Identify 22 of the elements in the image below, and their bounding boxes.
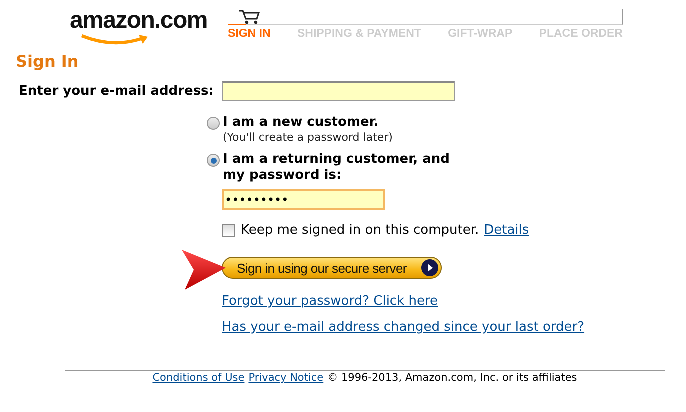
option-note: (You'll create a password later) (223, 131, 393, 144)
details-link[interactable]: Details (484, 223, 530, 238)
copyright-text: © 1996-2013, Amazon.com, Inc. or its affiliates (328, 372, 578, 384)
email-label: Enter your e-mail address: (18, 84, 214, 98)
option-label: I am a new customer. (223, 115, 380, 131)
play-circle-icon (420, 259, 439, 277)
logo-text: amazon.com (70, 9, 208, 33)
checkout-step: SIGN IN (228, 28, 271, 40)
radio-button[interactable] (207, 117, 220, 130)
help-link[interactable]: Forgot your password? Click here (222, 294, 686, 309)
footer-link[interactable]: Conditions of Use (152, 372, 245, 384)
keep-signed-in-checkbox[interactable] (222, 224, 235, 237)
page-heading: Sign In (16, 52, 80, 71)
password-field[interactable]: ••••••••• (222, 189, 385, 210)
help-link[interactable]: Has your e-mail address changed since your last order? (222, 320, 686, 335)
radio-button[interactable] (207, 154, 220, 167)
keep-signed-in-label: Keep me signed in on this computer. (241, 223, 480, 238)
pointer-arrow-icon (182, 249, 228, 291)
cart-icon (238, 9, 260, 25)
email-field[interactable] (222, 81, 455, 101)
option-label: I am a returning customer, and my password is: (223, 152, 451, 184)
footer-link[interactable]: Privacy Notice (248, 372, 324, 384)
